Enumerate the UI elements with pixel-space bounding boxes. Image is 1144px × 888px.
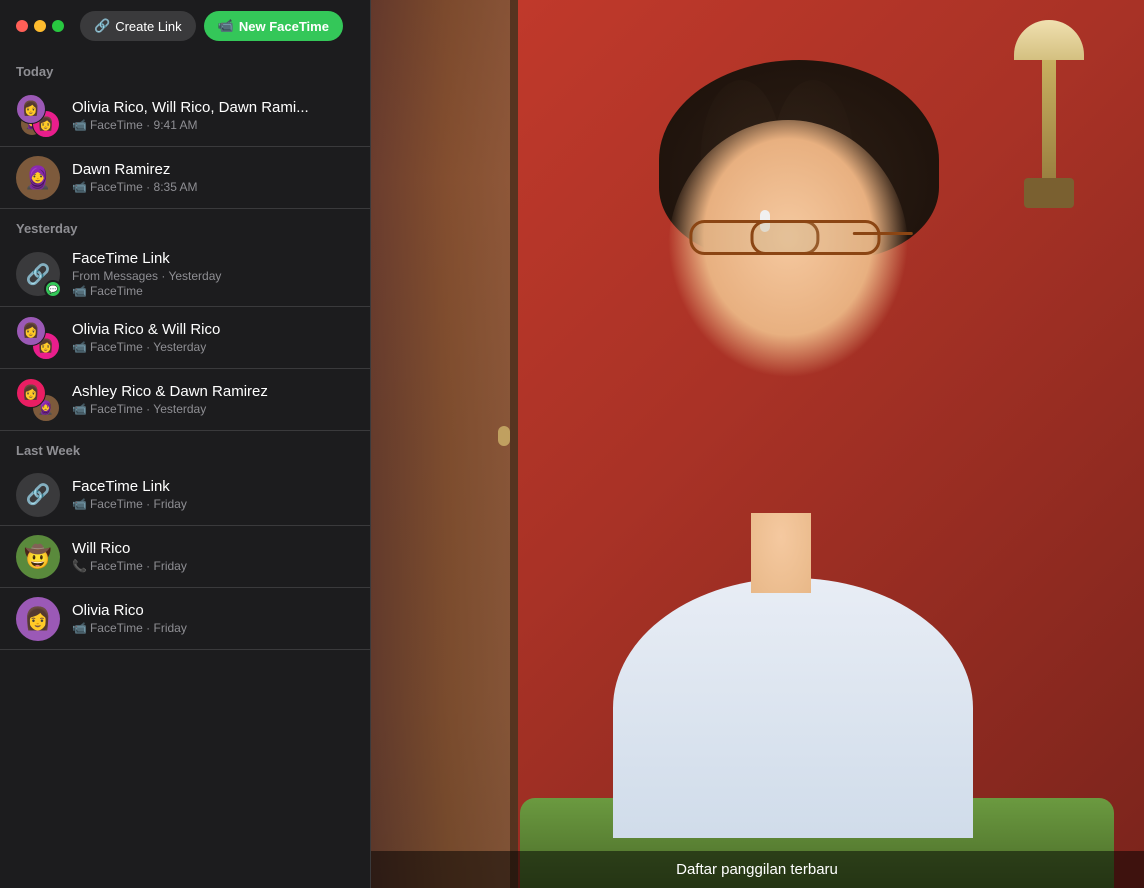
avatar: 👩 [16,94,46,124]
item-name: Olivia Rico & Will Rico [72,321,354,338]
avatar: 👩 [16,316,46,346]
minimize-button[interactable] [34,20,46,32]
video-camera-icon: 📹 [218,18,234,34]
item-info: FaceTime Link 📹 FaceTime · Friday [72,478,354,511]
traffic-lights [16,20,64,32]
glasses-right [751,220,881,255]
item-info: FaceTime Link From Messages · Yesterday … [72,250,354,298]
sidebar-divider [370,0,371,888]
item-name: Olivia Rico, Will Rico, Dawn Rami... [72,99,354,116]
caption-text: Daftar panggilan terbaru [676,861,838,878]
avatar: 👩 [16,597,60,641]
close-button[interactable] [16,20,28,32]
list-item[interactable]: 🔗 💬 FaceTime Link From Messages · Yester… [0,242,370,307]
phone-icon: 📞 [72,559,87,573]
item-sub: From Messages · Yesterday [72,269,354,283]
new-facetime-label: New FaceTime [239,19,329,34]
sidebar: Today 👩 👩 🧕 Olivia Rico, Will Rico, Dawn… [0,52,370,888]
item-sub: 📹 FaceTime · 9:41 AM [72,118,354,132]
list-item[interactable]: 👩 Olivia Rico 📹 FaceTime · Friday [0,588,370,650]
item-info: Dawn Ramirez 📹 FaceTime · 8:35 AM [72,161,354,194]
avatar: 🤠 [16,535,60,579]
list-item[interactable]: 👩 👩 🧕 Olivia Rico, Will Rico, Dawn Rami.… [0,85,370,147]
item-sub: 📹 FaceTime · 8:35 AM [72,180,354,194]
lamp-pole [1042,60,1056,180]
avatar-stack: 👩 👩 🧕 [16,94,60,138]
item-sub: 📹 FaceTime · Friday [72,497,354,511]
avatar: 🧕 [16,156,60,200]
door-frame [510,0,518,888]
video-icon: 📹 [72,284,87,298]
list-item[interactable]: 👩 🧕 Ashley Rico & Dawn Ramirez 📹 FaceTim… [0,369,370,431]
video-icon: 📹 [72,402,87,416]
fullscreen-button[interactable] [52,20,64,32]
video-scene [370,0,1144,888]
item-sub: 📹 FaceTime · Yesterday [72,340,354,354]
item-sub: 📹 FaceTime · Friday [72,621,354,635]
video-icon: 📹 [72,180,87,194]
item-info: Olivia Rico & Will Rico 📹 FaceTime · Yes… [72,321,354,354]
caption-bar: Daftar panggilan terbaru [370,851,1144,888]
list-item[interactable]: 🧕 Dawn Ramirez 📹 FaceTime · 8:35 AM [0,147,370,209]
item-name: FaceTime Link [72,478,354,495]
list-item[interactable]: 🔗 FaceTime Link 📹 FaceTime · Friday [0,464,370,526]
avatar-stack: 👩 👩 [16,316,60,360]
main-video-area [370,0,1144,888]
person-shirt [613,578,973,838]
person-neck [751,513,811,593]
new-facetime-button[interactable]: 📹 New FaceTime [204,11,343,41]
list-item[interactable]: 👩 👩 Olivia Rico & Will Rico 📹 FaceTime ·… [0,307,370,369]
item-name: Ashley Rico & Dawn Ramirez [72,383,354,400]
section-last-week: Last Week [0,431,370,464]
link-icon: 🔗 [26,482,51,507]
item-name: Dawn Ramirez [72,161,354,178]
avatar-link: 🔗 [16,473,60,517]
list-item[interactable]: 🤠 Will Rico 📞 FaceTime · Friday [0,526,370,588]
item-name: Olivia Rico [72,602,354,619]
door-handle [498,426,510,446]
avatar: 👩 [16,378,46,408]
video-icon: 📹 [72,118,87,132]
item-name: FaceTime Link [72,250,354,267]
item-info: Olivia Rico, Will Rico, Dawn Rami... 📹 F… [72,99,354,132]
item-name: Will Rico [72,540,354,557]
lamp-base [1024,178,1074,208]
section-today: Today [0,52,370,85]
item-info: Will Rico 📞 FaceTime · Friday [72,540,354,573]
section-yesterday: Yesterday [0,209,370,242]
video-icon: 📹 [72,497,87,511]
glasses-bridge [853,232,913,235]
item-sub-line2: 📹 FaceTime [72,284,354,298]
avatar-stack: 👩 🧕 [16,378,60,422]
title-bar: 🔗 Create Link 📹 New FaceTime [0,0,370,52]
link-icon: 🔗 [94,18,110,34]
video-icon: 📹 [72,621,87,635]
avatar-link: 🔗 💬 [16,252,60,296]
item-info: Olivia Rico 📹 FaceTime · Friday [72,602,354,635]
create-link-label: Create Link [115,19,181,34]
item-info: Ashley Rico & Dawn Ramirez 📹 FaceTime · … [72,383,354,416]
item-sub: 📹 FaceTime · Yesterday [72,402,354,416]
video-icon: 📹 [72,340,87,354]
create-link-button[interactable]: 🔗 Create Link [80,11,196,41]
item-sub: 📞 FaceTime · Friday [72,559,354,573]
messages-badge: 💬 [44,280,62,298]
